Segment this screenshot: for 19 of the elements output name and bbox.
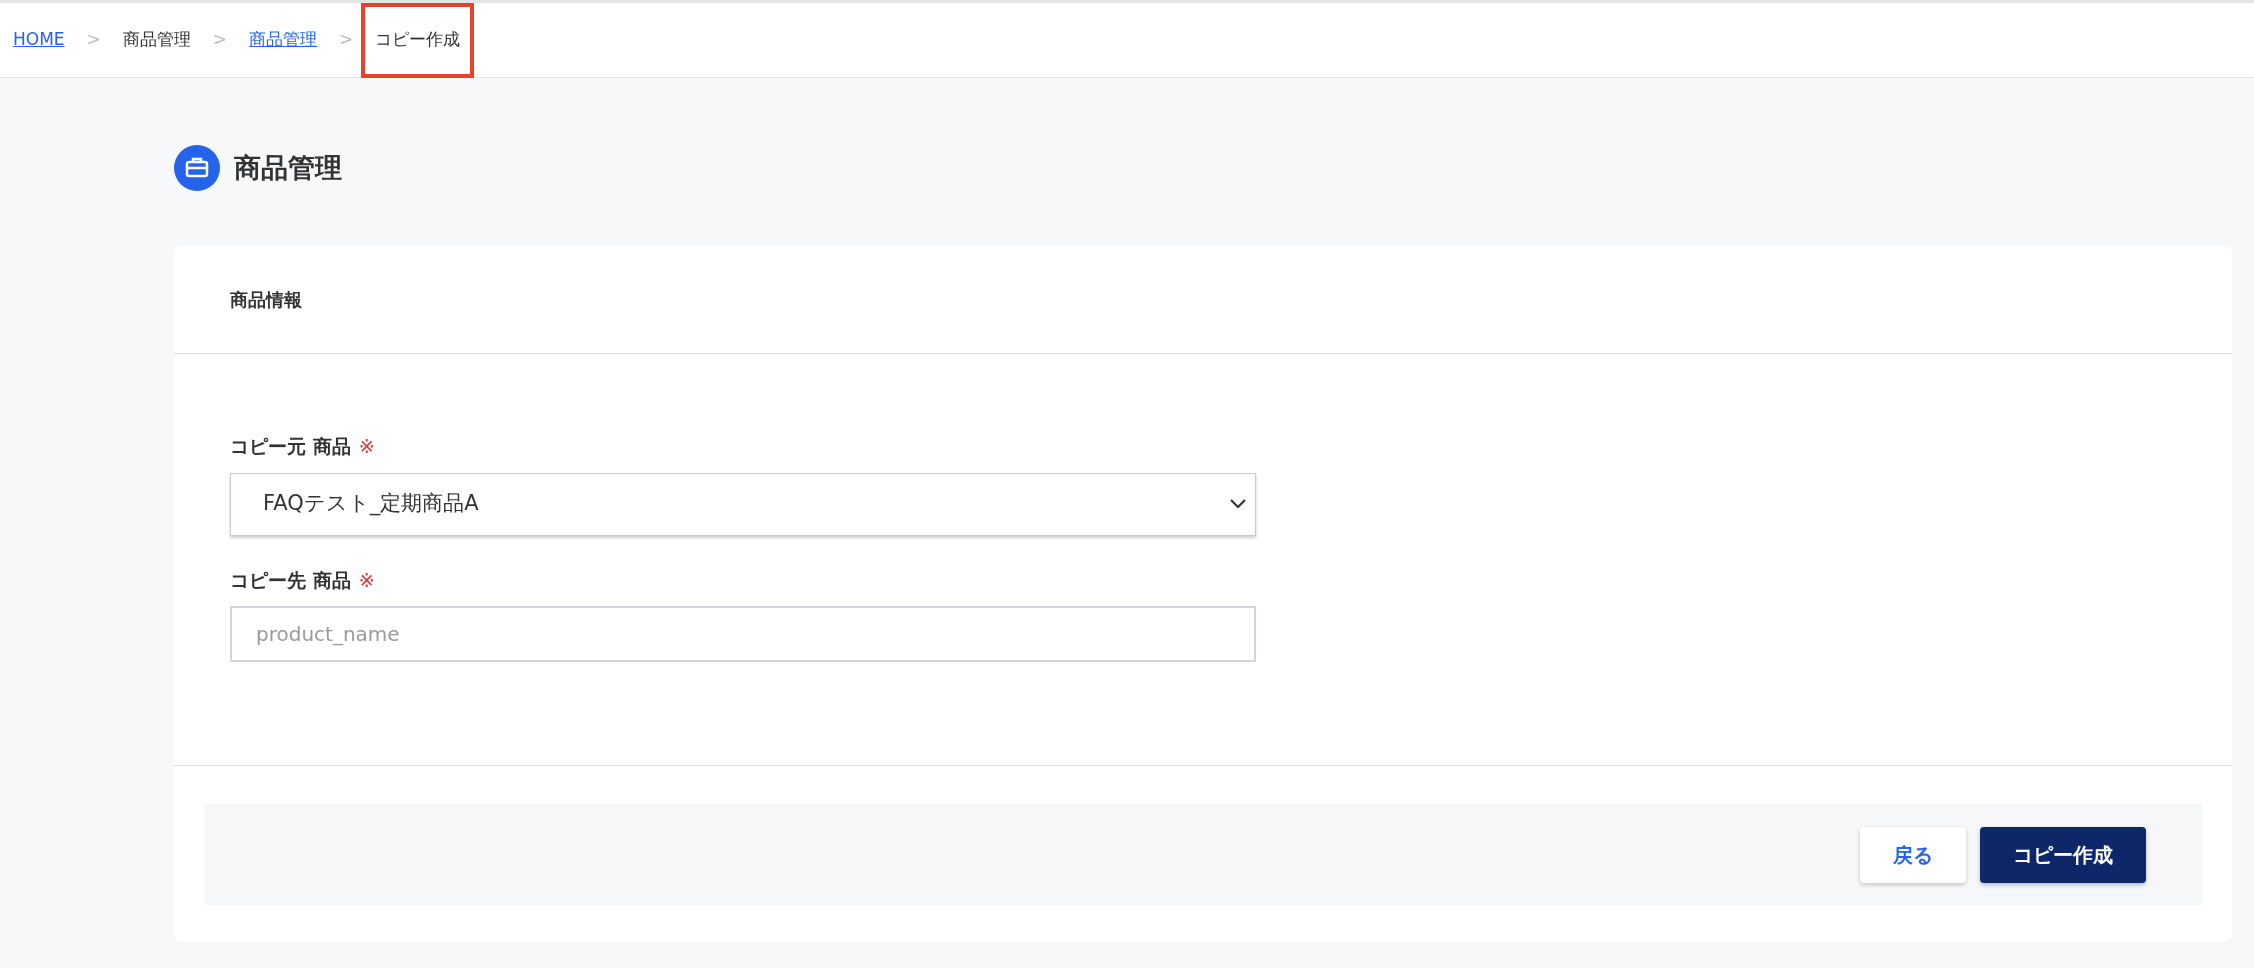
field-label: コピー先 商品	[230, 567, 351, 593]
product-name-field[interactable]: product_name	[230, 606, 1256, 662]
breadcrumb-separator: >	[212, 28, 228, 52]
breadcrumb-item: コピー作成	[375, 28, 461, 52]
required-mark: ※	[358, 434, 375, 459]
back-button[interactable]: 戻る	[1860, 826, 1966, 883]
product-select[interactable]: FAQテスト_定期商品A	[230, 472, 1256, 536]
chevron-down-icon	[1229, 498, 1247, 510]
field-label: コピー元 商品	[230, 434, 351, 459]
breadcrumb-item: 商品管理	[122, 28, 191, 52]
section-title: 商品情報	[230, 288, 302, 312]
briefcase-icon	[174, 145, 220, 191]
breadcrumb-link[interactable]: HOME	[13, 27, 65, 53]
breadcrumb-separator: >	[86, 28, 101, 52]
breadcrumb-link[interactable]: 商品管理	[249, 27, 318, 53]
required-mark: ※	[358, 567, 375, 593]
copy-create-button[interactable]: コピー作成	[1980, 826, 2146, 883]
page-title: 商品管理	[234, 150, 342, 185]
breadcrumb-separator: >	[339, 28, 354, 52]
